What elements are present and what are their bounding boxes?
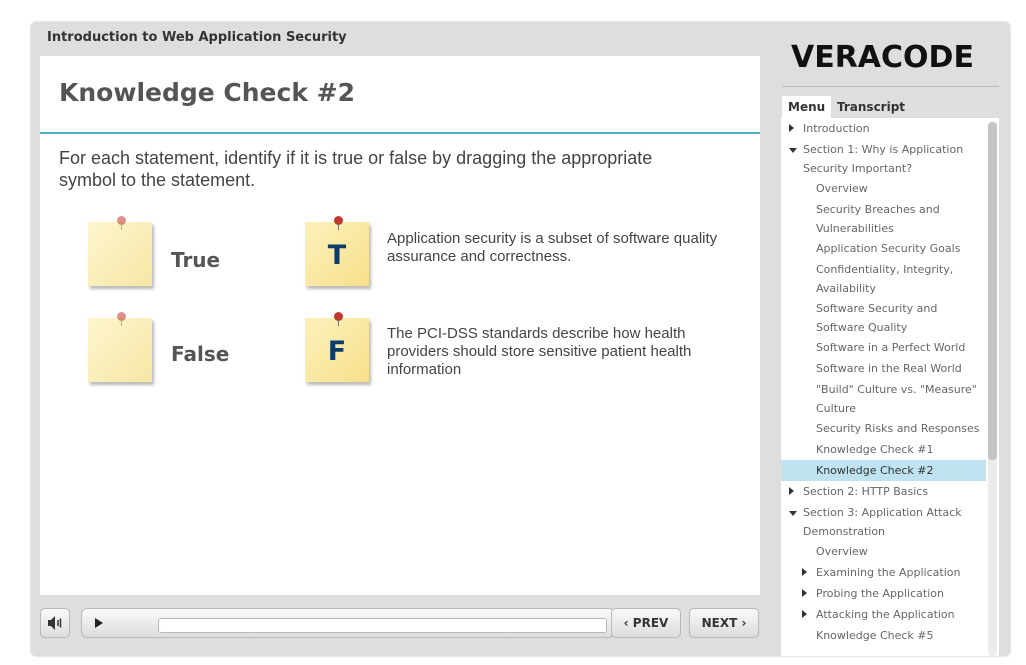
true-drop-target[interactable] bbox=[88, 216, 152, 286]
sidebar: VERACODE Menu Transcript Introduction Sec… bbox=[770, 22, 1010, 656]
menu-item[interactable]: Section 1: Why is Application Security I… bbox=[781, 139, 986, 178]
menu-item-label: Section 1: Why is Application Security I… bbox=[803, 143, 964, 175]
caret-right-icon bbox=[802, 589, 807, 597]
menu-item[interactable]: Software in the Real World bbox=[781, 358, 986, 379]
statement-text: The PCI-DSS standards describe how healt… bbox=[387, 325, 692, 378]
play-button[interactable] bbox=[82, 609, 114, 637]
menu-item[interactable]: Software in a Perfect World bbox=[781, 337, 986, 358]
menu-item[interactable]: Security Breaches and Vulnerabilities bbox=[781, 199, 986, 238]
menu-item-label: Security Breaches and Vulnerabilities bbox=[816, 203, 940, 235]
menu-item-label: Software Security and Software Quality bbox=[816, 302, 938, 334]
caret-down-icon bbox=[789, 511, 797, 516]
menu-item[interactable]: Examining the Application bbox=[781, 562, 986, 583]
menu-item[interactable]: Knowledge Check #2 bbox=[781, 460, 986, 481]
menu-item-label: Attacking the Application bbox=[816, 608, 955, 621]
menu-item[interactable]: Knowledge Check #1 bbox=[781, 439, 986, 460]
menu-item[interactable]: Overview bbox=[781, 541, 986, 562]
pushpin-icon bbox=[117, 312, 126, 326]
menu-item-label: Confidentiality, Integrity, Availability bbox=[816, 263, 954, 295]
slide-title: Knowledge Check #2 bbox=[59, 78, 356, 107]
caret-right-icon bbox=[802, 568, 807, 576]
tab-menu[interactable]: Menu bbox=[782, 96, 832, 118]
menu-item-label: Software in the Real World bbox=[816, 362, 962, 375]
veracode-logo: VERACODE bbox=[791, 40, 974, 75]
logo-divider bbox=[782, 86, 999, 87]
caret-down-icon bbox=[789, 148, 797, 153]
tab-transcript[interactable]: Transcript bbox=[837, 96, 905, 118]
menu-item[interactable]: Confidentiality, Integrity, Availability bbox=[781, 259, 986, 298]
pushpin-icon bbox=[334, 312, 343, 326]
true-symbol-note[interactable]: T bbox=[305, 216, 369, 286]
menu-item[interactable]: Security Risks and Responses bbox=[781, 418, 986, 439]
pushpin-icon bbox=[334, 216, 343, 230]
menu-item-label: Examining the Application bbox=[816, 566, 961, 579]
menu-item-label: Probing the Application bbox=[816, 587, 944, 600]
pushpin-icon bbox=[117, 216, 126, 230]
menu-item[interactable]: Knowledge Check #5 bbox=[781, 625, 986, 646]
caret-right-icon bbox=[789, 487, 794, 495]
next-text: NEXT bbox=[701, 616, 738, 630]
menu-item[interactable]: Software Security and Software Quality bbox=[781, 298, 986, 337]
menu-item-label: Overview bbox=[816, 182, 868, 195]
caret-right-icon bbox=[802, 610, 807, 618]
menu-item[interactable]: Section 3: Application Attack Demonstrat… bbox=[781, 502, 986, 541]
menu-item[interactable]: Section 2: HTTP Basics bbox=[781, 481, 986, 502]
true-label: True bbox=[171, 248, 221, 272]
volume-button[interactable] bbox=[40, 608, 70, 638]
false-label: False bbox=[171, 342, 230, 366]
prev-button[interactable]: ‹ PREV bbox=[611, 608, 681, 638]
menu-item-label: Introduction bbox=[803, 122, 870, 135]
symbol-letter: T bbox=[327, 240, 347, 271]
caret-right-icon bbox=[789, 124, 794, 132]
player-controls: ‹ PREV NEXT › bbox=[40, 608, 760, 642]
menu-item-label: Software in a Perfect World bbox=[816, 341, 966, 354]
scrollbar-thumb[interactable] bbox=[988, 122, 997, 460]
course-title: Introduction to Web Application Security bbox=[47, 30, 347, 45]
next-label: NEXT › bbox=[690, 609, 758, 637]
seek-bar[interactable] bbox=[158, 618, 607, 633]
menu-item-label: Knowledge Check #2 bbox=[816, 464, 934, 477]
chevron-left-icon: ‹ bbox=[623, 616, 633, 630]
menu-panel: Introduction Section 1: Why is Applicatio… bbox=[781, 118, 999, 656]
play-icon bbox=[95, 618, 103, 628]
menu-item-label: Overview bbox=[816, 545, 868, 558]
menu-item[interactable]: Introduction bbox=[781, 118, 986, 139]
menu-item-label: Knowledge Check #5 bbox=[816, 629, 934, 642]
menu-item[interactable]: Probing the Application bbox=[781, 583, 986, 604]
instructions-text: For each statement, identify if it is tr… bbox=[59, 148, 653, 190]
title-divider bbox=[40, 132, 760, 134]
menu-item[interactable]: Application Security Goals bbox=[781, 238, 986, 259]
menu-item[interactable]: "Build" Culture vs. "Measure" Culture bbox=[781, 379, 986, 418]
menu-item[interactable]: Overview bbox=[781, 178, 986, 199]
statement-text: Application security is a subset of soft… bbox=[387, 230, 718, 265]
volume-icon bbox=[48, 616, 62, 630]
slide-area: Knowledge Check #2 For each statement, i… bbox=[40, 56, 760, 595]
menu-item-label: "Build" Culture vs. "Measure" Culture bbox=[816, 383, 977, 415]
symbol-letter: F bbox=[327, 336, 347, 367]
false-symbol-note[interactable]: F bbox=[305, 312, 369, 382]
menu-item[interactable]: Attacking the Application bbox=[781, 604, 986, 625]
false-drop-target[interactable] bbox=[88, 312, 152, 382]
menu-item-label: Security Risks and Responses bbox=[816, 422, 980, 435]
menu-item-label: Knowledge Check #1 bbox=[816, 443, 934, 456]
menu-item-label: Application Security Goals bbox=[816, 242, 961, 255]
menu-item-label: Section 2: HTTP Basics bbox=[803, 485, 929, 498]
menu-item-label: Section 3: Application Attack Demonstrat… bbox=[803, 506, 962, 538]
chevron-right-icon: › bbox=[737, 616, 747, 630]
playbar bbox=[81, 608, 634, 638]
course-player: Introduction to Web Application Security… bbox=[31, 22, 1010, 656]
next-button[interactable]: NEXT › bbox=[689, 608, 759, 638]
prev-label: ‹ PREV bbox=[612, 609, 680, 637]
prev-text: PREV bbox=[632, 616, 669, 630]
